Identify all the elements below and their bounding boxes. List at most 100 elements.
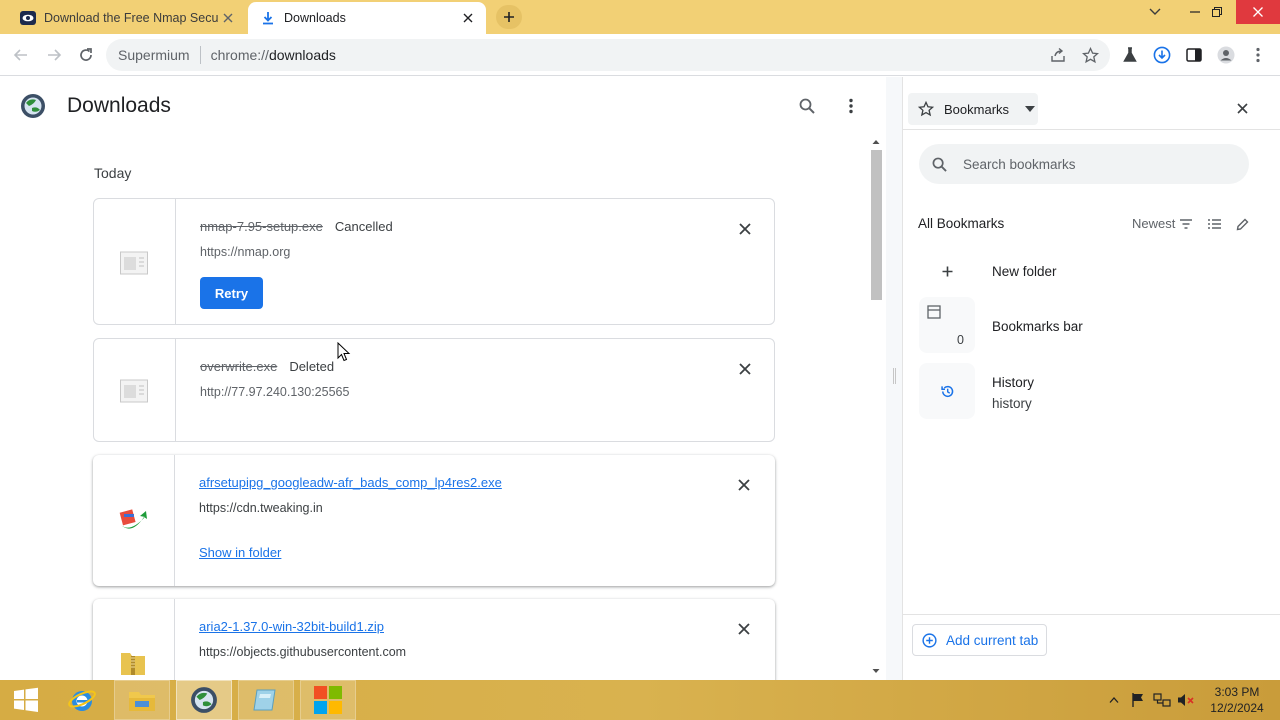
downloads-menu-button[interactable] xyxy=(838,93,864,119)
address-bar[interactable]: Supermium chrome://downloads xyxy=(106,39,1110,71)
tab-title: Downloads xyxy=(284,11,346,25)
speaker-muted-icon xyxy=(1178,694,1194,706)
source-url: https://cdn.tweaking.in xyxy=(199,501,323,515)
file-icon-column xyxy=(93,455,175,586)
download-status: Deleted xyxy=(289,359,335,374)
profile-button[interactable] xyxy=(1213,42,1239,68)
taskbar-file-explorer[interactable] xyxy=(114,680,170,720)
side-panel-close-button[interactable] xyxy=(1231,97,1253,119)
reload-button[interactable] xyxy=(73,42,99,68)
browser-logo-icon xyxy=(191,687,217,713)
plus-icon xyxy=(504,12,514,22)
extensions-button[interactable] xyxy=(1117,42,1143,68)
star-icon xyxy=(1081,46,1099,63)
show-hidden-icons-button[interactable] xyxy=(1104,690,1124,710)
remove-item-button[interactable] xyxy=(733,618,755,640)
volume-muted-icon[interactable] xyxy=(1176,690,1196,710)
remove-item-button[interactable] xyxy=(734,358,756,380)
installer-app-icon xyxy=(119,509,147,529)
network-icon[interactable] xyxy=(1152,690,1172,710)
source-url: http://77.97.240.130:25565 xyxy=(200,385,350,399)
sort-filter-icon[interactable] xyxy=(1176,214,1196,234)
taskbar-internet-explorer[interactable] xyxy=(54,680,110,720)
file-name-link[interactable]: aria2-1.37.0-win-32bit-build1.zip xyxy=(199,619,384,634)
bookmarks-heading: All Bookmarks xyxy=(918,216,1005,231)
bookmark-label: Bookmarks bar xyxy=(992,319,1083,334)
bookmark-star-button[interactable] xyxy=(1077,42,1103,68)
windows-logo-icon xyxy=(14,687,38,712)
download-status: Cancelled xyxy=(334,219,393,234)
source-url: https://objects.githubusercontent.com xyxy=(199,645,407,659)
forward-button[interactable] xyxy=(41,42,67,68)
bookmarks-side-panel: Bookmarks Search bookmarks All Bookmarks… xyxy=(902,77,1280,680)
edit-pencil-icon[interactable] xyxy=(1232,214,1252,234)
taskbar-clock[interactable]: 3:03 PM 12/2/2024 xyxy=(1204,684,1270,716)
tab-close-icon[interactable] xyxy=(218,8,238,28)
browser-toolbar: Supermium chrome://downloads xyxy=(0,34,1280,76)
remove-item-button[interactable] xyxy=(734,218,756,240)
back-arrow-icon xyxy=(13,49,27,61)
download-item: nmap-7.95-setup.exe Cancelled https://nma… xyxy=(93,198,775,325)
resize-handle[interactable] xyxy=(893,368,896,384)
close-icon xyxy=(738,479,750,491)
bookmark-entry-history[interactable]: History history xyxy=(919,363,1259,419)
close-icon xyxy=(1236,102,1248,114)
download-item: overwrite.exe Deleted http://77.97.240.13… xyxy=(93,338,775,442)
url-scheme: chrome:// xyxy=(210,47,269,63)
plus-icon xyxy=(919,247,975,295)
bookmark-entry-new-folder[interactable]: New folder xyxy=(919,247,1259,295)
share-icon xyxy=(1051,47,1065,62)
taskbar-supermium[interactable] xyxy=(176,680,232,720)
clock-date: 12/2/2024 xyxy=(1210,701,1264,715)
avatar-icon xyxy=(1217,46,1235,64)
share-button[interactable] xyxy=(1045,42,1071,68)
forward-arrow-icon xyxy=(48,49,62,61)
tab-nmap[interactable]: Download the Free Nmap Security Scanner xyxy=(8,2,246,34)
start-button[interactable] xyxy=(0,680,52,720)
file-icon-column xyxy=(94,339,176,441)
window-close-button[interactable] xyxy=(1236,0,1280,24)
back-button[interactable] xyxy=(8,42,34,68)
side-panel-button[interactable] xyxy=(1181,42,1207,68)
scrollbar-thumb[interactable] xyxy=(871,150,882,300)
restore-button[interactable] xyxy=(1194,0,1240,24)
downloads-header: Downloads xyxy=(0,77,886,137)
view-list-icon[interactable] xyxy=(1204,214,1224,234)
generic-file-icon xyxy=(120,251,148,275)
action-center-icon[interactable] xyxy=(1128,690,1148,710)
side-panel-selector[interactable]: Bookmarks xyxy=(908,93,1038,125)
taskbar-store[interactable] xyxy=(300,680,356,720)
generic-file-icon xyxy=(120,379,148,403)
url-text[interactable]: chrome://downloads xyxy=(211,47,336,63)
footer-divider xyxy=(903,614,1280,615)
show-in-folder-link[interactable]: Show in folder xyxy=(199,545,281,560)
site-chip[interactable]: Supermium xyxy=(118,47,190,63)
sort-order-button[interactable]: Newest xyxy=(1132,216,1175,231)
clock-time: 3:03 PM xyxy=(1214,685,1260,699)
bookmark-count: 0 xyxy=(957,333,964,347)
close-icon xyxy=(738,623,750,635)
file-explorer-icon xyxy=(129,692,155,711)
bookmarks-search-box[interactable]: Search bookmarks xyxy=(919,144,1249,184)
file-name-link[interactable]: afrsetupipg_googleadw-afr_bads_comp_lp4r… xyxy=(199,475,502,490)
download-item: aria2-1.37.0-win-32bit-build1.zip https:… xyxy=(93,599,775,680)
browser-menu-button[interactable] xyxy=(1245,42,1271,68)
taskbar-app[interactable] xyxy=(238,680,294,720)
reload-icon xyxy=(80,48,92,61)
kebab-menu-icon xyxy=(849,98,853,114)
remove-item-button[interactable] xyxy=(733,474,755,496)
tab-downloads[interactable]: Downloads xyxy=(248,2,486,34)
file-name: overwrite.exe Deleted xyxy=(200,359,335,374)
retry-button[interactable]: Retry xyxy=(200,277,263,309)
source-url: https://nmap.org xyxy=(200,245,291,259)
downloads-button[interactable] xyxy=(1149,42,1175,68)
history-icon xyxy=(919,363,975,419)
new-tab-button[interactable] xyxy=(496,5,522,29)
search-downloads-button[interactable] xyxy=(794,93,820,119)
tab-close-icon[interactable] xyxy=(458,8,478,28)
chevron-down-icon xyxy=(1149,8,1161,15)
url-path: downloads xyxy=(268,47,336,63)
chevron-up-icon xyxy=(1109,697,1119,703)
bookmark-entry-bookmarks-bar[interactable]: 0 Bookmarks bar xyxy=(919,297,1259,353)
add-current-tab-button[interactable]: Add current tab xyxy=(912,624,1047,656)
